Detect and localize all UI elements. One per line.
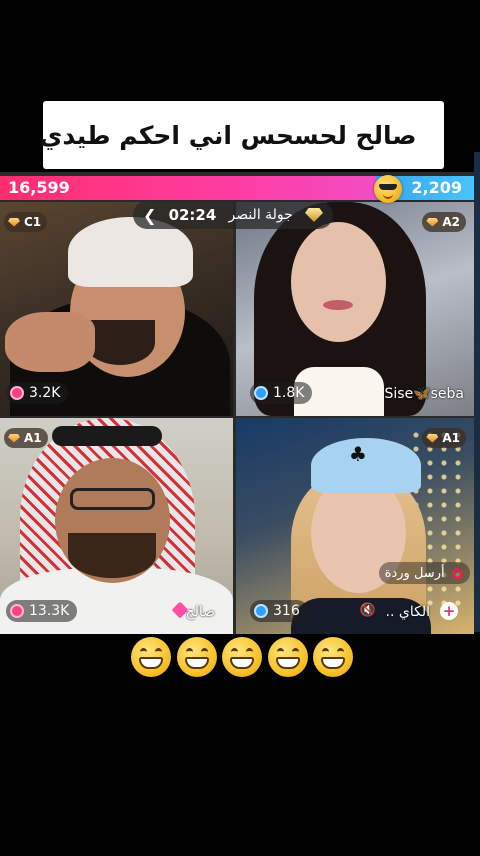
mute-icon[interactable]: 🔇	[360, 603, 376, 618]
host-2-lips	[323, 300, 353, 310]
grin-emoji-icon	[222, 637, 262, 677]
rank-label: A1	[24, 431, 42, 445]
host-name-tag: صالح	[171, 601, 215, 620]
rank-badge: A2	[422, 212, 466, 232]
host-1-hand	[5, 312, 95, 372]
grin-emoji-icon: 😁	[416, 121, 442, 149]
grin-emoji-icon	[176, 637, 217, 677]
viewer-count-value: 1.8K	[273, 385, 305, 401]
host-tile-4[interactable]: ♣ A1 ✿ أرسل وردة 316 🔇 الكاي .. +	[236, 418, 474, 634]
gem-icon	[426, 217, 439, 227]
host-name: Sise🦋seba	[384, 386, 465, 402]
battle-timer[interactable]: ❮ 02:24 جولة النصر	[133, 201, 333, 229]
grin-emoji-icon	[313, 637, 353, 677]
rank-badge: A1	[422, 428, 466, 448]
host-name: الكاي ..	[385, 604, 430, 620]
clover-icon: ♣	[349, 442, 367, 466]
host-1-beard	[85, 320, 155, 365]
caption-text: صالح لحسحس اني احكم طيدي	[39, 120, 417, 150]
side-strip	[474, 152, 480, 632]
grin-emoji-icon	[131, 637, 171, 677]
send-rose-label: أرسل وردة	[384, 565, 445, 581]
send-rose-button[interactable]: ✿ أرسل وردة	[378, 562, 470, 584]
host-tile-3[interactable]: A1 13.3K صالح	[0, 418, 233, 634]
viewer-count-value: 316	[273, 603, 300, 619]
viewer-icon	[10, 604, 24, 618]
left-team-score: 16,599	[0, 176, 376, 200]
host-2-face	[291, 222, 386, 342]
rank-badge: C1	[4, 212, 48, 232]
diamond-icon	[304, 208, 323, 222]
viewer-count-value: 3.2K	[29, 385, 61, 401]
viewer-count: 1.8K	[250, 382, 313, 404]
host-3-glasses	[70, 488, 155, 510]
battle-score-bar: 16,599 2,209	[0, 176, 474, 200]
viewer-count: 316	[250, 600, 308, 622]
host-3-agal	[52, 426, 162, 446]
rose-icon: ✿	[450, 563, 464, 583]
viewer-count: 13.3K	[6, 600, 78, 622]
host-tile-1[interactable]: C1 3.2K	[0, 202, 233, 416]
viewer-icon	[254, 386, 268, 400]
viewer-icon	[10, 386, 24, 400]
rank-label: C1	[24, 215, 42, 229]
viewer-count: 3.2K	[6, 382, 69, 404]
right-score-value: 2,209	[411, 178, 462, 197]
gem-icon	[8, 217, 20, 227]
host-tile-2[interactable]: A2 1.8K Sise🦋seba	[236, 202, 474, 416]
gem-icon	[426, 433, 439, 443]
host-3-beard	[68, 533, 156, 578]
live-battle-frame: 16,599 2,209 ❮ 02:24 جولة النصر C1 3.2K	[0, 172, 474, 634]
rank-label: A1	[442, 431, 460, 445]
timer-time: 02:24	[168, 206, 217, 224]
rank-badge: A1	[4, 428, 48, 448]
rank-label: A2	[442, 215, 460, 229]
add-follow-icon[interactable]: +	[440, 602, 458, 620]
viewer-count-value: 13.3K	[29, 603, 70, 619]
host-name: صالح	[185, 604, 215, 620]
gem-icon	[8, 433, 20, 443]
round-label: جولة النصر	[228, 207, 293, 223]
viewer-icon	[254, 604, 268, 618]
sunglasses-face-icon	[374, 175, 402, 203]
grin-emoji-icon	[267, 637, 308, 677]
video-caption: صالح لحسحس اني احكم طيدي 😁	[39, 101, 444, 169]
left-score-value: 16,599	[8, 178, 70, 197]
reaction-emoji-row	[131, 634, 353, 680]
chevron-left-icon[interactable]: ❮	[143, 206, 156, 225]
